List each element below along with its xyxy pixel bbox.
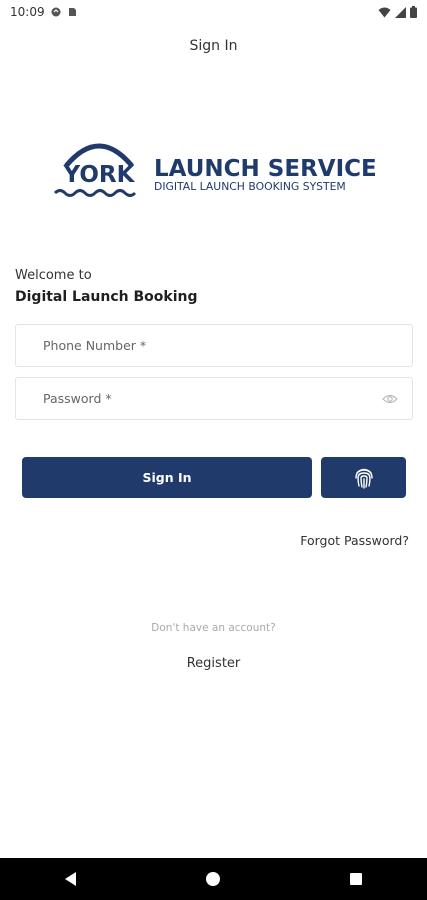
fingerprint-icon	[354, 468, 373, 489]
sign-in-button-label: Sign In	[142, 470, 192, 485]
recent-apps-icon[interactable]	[350, 873, 362, 885]
sync-icon	[51, 7, 61, 17]
phone-number-placeholder: Phone Number *	[43, 338, 147, 353]
signal-icon	[395, 6, 406, 18]
password-placeholder: Password *	[43, 391, 112, 406]
battery-icon	[410, 6, 417, 18]
fingerprint-button[interactable]	[321, 457, 406, 498]
logo-brand-text: YORK	[63, 162, 136, 188]
sd-card-icon	[68, 8, 76, 16]
status-bar: 10:09	[0, 0, 427, 24]
wifi-icon	[378, 7, 391, 17]
no-account-text: Don't have an account?	[151, 622, 276, 634]
page-title: Sign In	[189, 38, 238, 54]
welcome-label: Welcome to	[15, 268, 92, 283]
status-left: 10:09	[10, 5, 77, 19]
home-icon[interactable]	[206, 872, 220, 886]
welcome-title: Digital Launch Booking	[15, 289, 198, 305]
phone-number-field[interactable]: Phone Number *	[15, 324, 413, 367]
york-launch-service-logo: YORK LAUNCH SERVICE DIGITAL LAUNCH BOOKI…	[53, 143, 377, 197]
logo-service-text: LAUNCH SERVICE	[154, 156, 377, 182]
password-field[interactable]: Password *	[15, 377, 413, 420]
status-right	[378, 6, 417, 18]
logo-tagline-text: DIGITAL LAUNCH BOOKING SYSTEM	[154, 180, 346, 193]
forgot-password-link[interactable]: Forgot Password?	[300, 533, 409, 548]
register-link[interactable]: Register	[0, 656, 427, 671]
eye-icon[interactable]	[382, 391, 398, 407]
status-time: 10:09	[10, 5, 45, 19]
back-icon[interactable]	[65, 872, 76, 886]
system-navigation-bar	[0, 858, 427, 900]
sign-in-button[interactable]: Sign In	[22, 457, 312, 498]
